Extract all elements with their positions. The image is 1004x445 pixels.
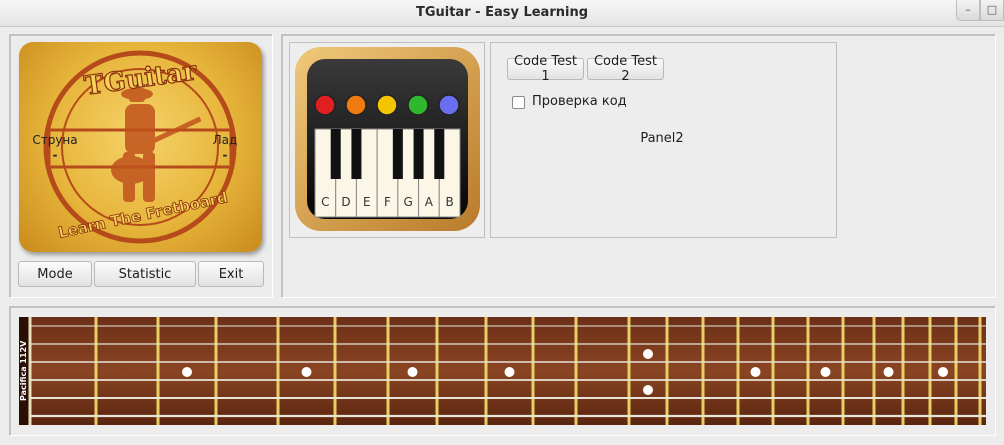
check-code-checkbox[interactable] — [512, 96, 525, 109]
fret-marker — [820, 367, 831, 377]
fret-wire — [627, 317, 631, 425]
fret-wire — [574, 317, 578, 425]
fret-marker — [182, 367, 192, 377]
piano-led-5 — [438, 94, 460, 116]
piano-led-2 — [345, 94, 367, 116]
window-controls: – □ — [956, 0, 1004, 22]
piano-led-1 — [314, 94, 336, 116]
piano-black-key — [392, 129, 403, 179]
statistic-button[interactable]: Statistic — [94, 261, 196, 287]
piano-black-key — [434, 129, 445, 179]
fret-wire — [531, 317, 535, 425]
piano-black-key — [330, 129, 341, 179]
string-label: Струна — [32, 133, 78, 147]
fret-wire — [214, 317, 218, 425]
fret-wire — [771, 317, 775, 425]
note-label-A: A — [424, 195, 434, 209]
note-labels: CDEFGAB — [315, 195, 460, 211]
fret-wire — [841, 317, 845, 425]
fret-wire — [333, 317, 337, 425]
fret-wire — [736, 317, 740, 425]
piano-black-key — [413, 129, 424, 179]
fret-wire — [484, 317, 488, 425]
fret-label: Лад — [212, 133, 238, 147]
fret-marker — [643, 349, 653, 359]
check-code-label[interactable]: Проверка код — [532, 94, 627, 109]
string-value: - — [52, 148, 58, 162]
note-label-C: C — [321, 195, 330, 209]
fret-marker — [301, 367, 312, 377]
piano-led-4 — [407, 94, 429, 116]
fret-wire — [928, 317, 932, 425]
maximize-button[interactable]: □ — [980, 0, 1004, 21]
fret-wire — [665, 317, 669, 425]
fret-wire — [806, 317, 810, 425]
title-bar: TGuitar - Easy Learning – □ — [0, 0, 1004, 27]
fret-marker — [643, 385, 653, 395]
fret-wire — [276, 317, 280, 425]
piano-black-key — [351, 129, 362, 179]
fret-marker — [504, 367, 515, 377]
fret-wire — [94, 317, 98, 425]
tguitar-logo: TGuitar Струна - Лад - Learn The Fretboa… — [19, 42, 262, 252]
fret-marker — [938, 367, 948, 377]
fret-wire — [156, 317, 160, 425]
fret-wire — [386, 317, 390, 425]
mode-button[interactable]: Mode — [18, 261, 92, 287]
fret-wire — [901, 317, 905, 425]
note-label-G: G — [403, 195, 413, 209]
window-title: TGuitar - Easy Learning — [415, 5, 589, 20]
fretboard-side-label: Pacifica 112V — [19, 340, 28, 402]
fret-marker — [750, 367, 761, 377]
exit-button[interactable]: Exit — [198, 261, 264, 287]
piano-led-3 — [376, 94, 398, 116]
fret-value: - — [222, 148, 228, 162]
fret-wire — [872, 317, 876, 425]
fretboard[interactable] — [19, 317, 986, 425]
fret-wire — [701, 317, 705, 425]
note-label-B: B — [445, 195, 454, 209]
fret-wire — [978, 317, 982, 425]
note-label-D: D — [341, 195, 351, 209]
fret-wire — [435, 317, 439, 425]
fret-wire — [954, 317, 958, 425]
note-label-E: E — [362, 195, 371, 209]
minimize-button[interactable]: – — [956, 0, 980, 21]
note-label-F: F — [384, 195, 391, 209]
code-test-2-button[interactable]: Code Test 2 — [587, 54, 664, 84]
fret-marker — [407, 367, 418, 377]
panel2-label: Panel2 — [640, 131, 684, 146]
code-test-1-button[interactable]: Code Test 1 — [507, 54, 584, 84]
fret-marker — [883, 367, 894, 377]
